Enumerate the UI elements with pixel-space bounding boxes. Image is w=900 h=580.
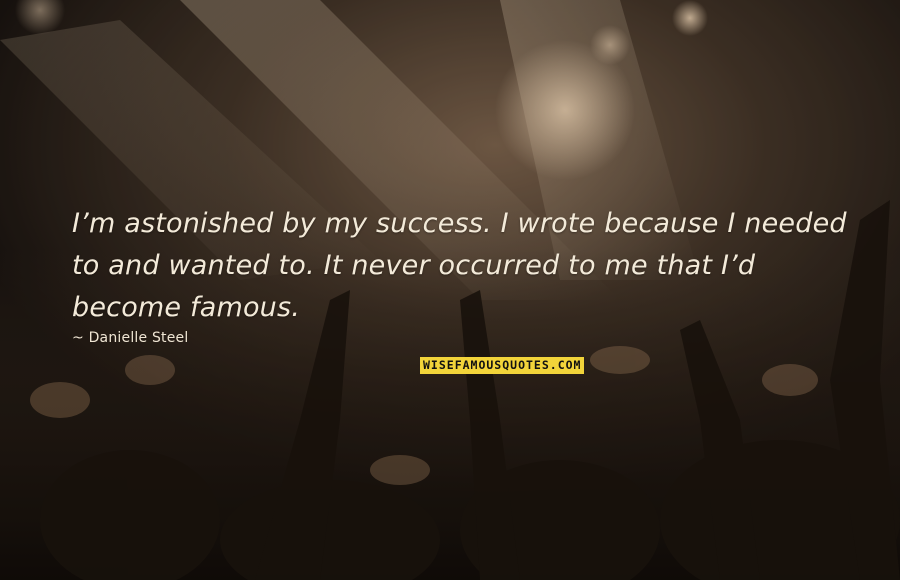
watermark-text: WISEFAMOUSQUOTES.COM [423, 358, 582, 372]
watermark-logo: WISEFAMOUSQUOTES.COM [420, 357, 585, 374]
quote-author: ~ Danielle Steel [72, 330, 189, 346]
quote-line-2: to and wanted to. It never occurred to m… [72, 250, 756, 281]
quote-image: I’m astonished by my success. I wrote be… [0, 0, 900, 580]
quote-line-1: I’m astonished by my success. I wrote be… [72, 208, 847, 239]
quote-line-3: become famous. [72, 292, 301, 323]
quote-text: I’m astonished by my success. I wrote be… [72, 203, 872, 329]
